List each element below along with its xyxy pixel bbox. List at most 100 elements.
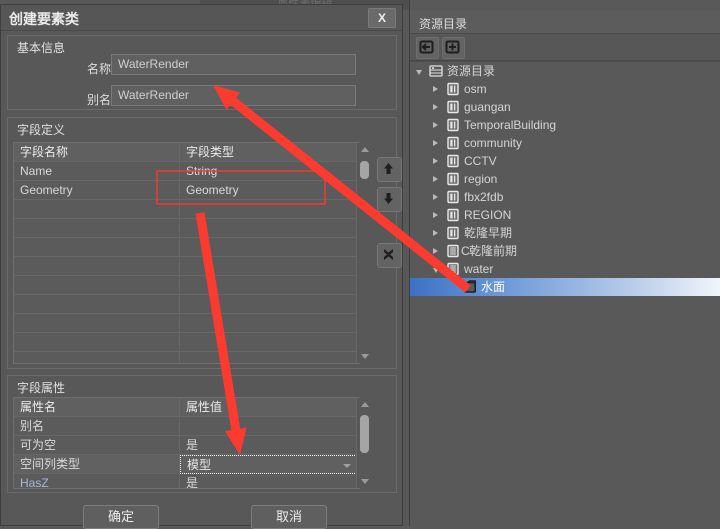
tree-item-label: osm xyxy=(464,82,487,96)
resource-tree[interactable]: 资源目录 osm guangan TemporalBuilding community C… xyxy=(410,61,720,527)
table-row-empty[interactable] xyxy=(14,257,359,276)
cancel-button[interactable]: 取消 xyxy=(251,505,327,529)
table-row-empty[interactable] xyxy=(14,314,359,333)
table-cell: HasZ xyxy=(20,476,49,489)
tree-item[interactable]: guangan xyxy=(410,98,720,116)
field-attributes-scrollbar[interactable] xyxy=(356,398,372,488)
table-cell xyxy=(14,295,179,314)
table-cell: 可为空 xyxy=(20,438,57,452)
attr-row[interactable]: HasZ 是 xyxy=(14,474,359,489)
table-cell xyxy=(14,276,179,295)
tree-item[interactable]: region xyxy=(410,170,720,188)
name-input[interactable]: WaterRender xyxy=(111,54,356,75)
chevron-right-icon[interactable] xyxy=(433,122,438,128)
scroll-up-icon[interactable] xyxy=(360,147,369,152)
chevron-right-icon[interactable] xyxy=(433,158,438,164)
tree-item[interactable]: community xyxy=(410,134,720,152)
field-definition-scrollbar[interactable] xyxy=(356,143,372,363)
ok-button[interactable]: 确定 xyxy=(83,505,159,529)
table-cell: Geometry xyxy=(179,181,359,200)
chevron-right-icon[interactable] xyxy=(433,212,438,218)
table-cell xyxy=(179,417,359,436)
tree-item-label: community xyxy=(464,136,523,150)
tree-item[interactable]: 乾隆早期 xyxy=(410,224,720,242)
tree-item-label: 乾隆早期 xyxy=(464,226,513,240)
feature-class-icon xyxy=(463,280,477,294)
table-cell xyxy=(14,352,179,363)
name-label: 名称 xyxy=(86,62,111,76)
table-cell: 别名 xyxy=(20,419,45,433)
attr-scrollbar-thumb[interactable] xyxy=(360,415,369,453)
table-row-empty[interactable] xyxy=(14,352,359,363)
dataset-icon xyxy=(446,154,460,168)
dataset-icon xyxy=(446,82,460,96)
alias-label: 别名 xyxy=(86,93,111,107)
table-row-empty[interactable] xyxy=(14,333,359,352)
chevron-right-icon[interactable] xyxy=(433,140,438,146)
chevron-right-icon[interactable] xyxy=(433,176,438,182)
chevron-down-icon[interactable] xyxy=(343,464,351,468)
tree-item[interactable]: 资源目录 xyxy=(410,62,720,80)
close-icon[interactable]: X xyxy=(368,8,396,28)
resource-panel-toolbar xyxy=(410,34,720,61)
folder-icon xyxy=(446,244,460,258)
field-definition-legend: 字段定义 xyxy=(17,123,66,137)
tree-item-label: CCTV xyxy=(464,154,497,168)
table-cell xyxy=(179,314,359,333)
table-row-empty[interactable] xyxy=(14,238,359,257)
chevron-right-icon[interactable] xyxy=(433,194,438,200)
attr-row[interactable]: 空间列类型 模型 xyxy=(14,455,359,474)
attr-row[interactable]: 可为空 是 xyxy=(14,436,359,455)
table-row[interactable]: Geometry Geometry xyxy=(14,181,359,200)
move-up-button[interactable] xyxy=(377,157,402,182)
tree-item[interactable]: TemporalBuilding xyxy=(410,116,720,134)
table-row-empty[interactable] xyxy=(14,295,359,314)
chevron-right-icon[interactable] xyxy=(433,248,438,254)
add-icon[interactable] xyxy=(442,37,465,59)
chevron-down-icon[interactable] xyxy=(433,268,439,273)
table-cell xyxy=(14,333,179,352)
table-row-empty[interactable] xyxy=(14,200,359,219)
dialog-titlebar: 创建要素类 X xyxy=(1,5,402,31)
tree-item-selected[interactable]: 水面 xyxy=(410,278,720,296)
tree-item[interactable]: osm xyxy=(410,80,720,98)
field-attributes-table[interactable]: 属性名 属性值 别名 可为空是空间列类型 模型 HasZ 是 xyxy=(13,397,360,489)
chevron-down-icon[interactable] xyxy=(416,70,422,75)
table-cell: Name xyxy=(20,164,53,178)
table-cell: 是 xyxy=(179,436,359,455)
tree-item-label: 水面 xyxy=(481,280,506,294)
table-cell xyxy=(179,219,359,238)
alias-input[interactable]: WaterRender xyxy=(111,85,356,106)
table-header-row: 字段名称 字段类型 xyxy=(14,143,359,162)
dataset-icon xyxy=(446,118,460,132)
table-row[interactable]: Name String xyxy=(14,162,359,181)
table-row-empty[interactable] xyxy=(14,276,359,295)
move-down-button[interactable] xyxy=(377,187,402,212)
tree-item[interactable]: water xyxy=(410,260,720,278)
tree-item[interactable]: REGION xyxy=(410,206,720,224)
tree-item[interactable]: fbx2fdb xyxy=(410,188,720,206)
tree-item[interactable]: CCTV xyxy=(410,152,720,170)
chevron-right-icon[interactable] xyxy=(433,230,438,236)
chevron-right-icon[interactable] xyxy=(433,104,438,110)
table-cell: 属性名 xyxy=(20,400,57,414)
dialog-title: 创建要素类 xyxy=(9,11,79,27)
tree-item[interactable]: C 乾隆前期 xyxy=(410,242,720,260)
field-attributes-legend: 字段属性 xyxy=(17,381,66,395)
chevron-right-icon[interactable] xyxy=(433,86,438,92)
scrollbar-thumb[interactable] xyxy=(360,161,369,179)
attr-scroll-up-icon[interactable] xyxy=(360,402,369,407)
table-row-empty[interactable] xyxy=(14,219,359,238)
delete-field-button[interactable] xyxy=(377,243,402,268)
import-icon[interactable] xyxy=(416,37,439,59)
scroll-down-icon[interactable] xyxy=(360,354,369,359)
field-definition-table[interactable]: 字段名称 字段类型 Name String Geometry Geometry xyxy=(13,142,360,364)
database-icon xyxy=(429,64,443,78)
attr-row[interactable]: 别名 xyxy=(14,417,359,436)
spatial-column-type-select[interactable]: 模型 xyxy=(180,455,359,474)
tree-item-label: fbx2fdb xyxy=(464,190,504,204)
attr-scroll-down-icon[interactable] xyxy=(360,479,369,484)
table-cell xyxy=(179,276,359,295)
dataset-icon xyxy=(446,190,460,204)
resource-panel: 资源目录 资源目录 osm guangan TemporalBuilding commu… xyxy=(409,0,720,527)
